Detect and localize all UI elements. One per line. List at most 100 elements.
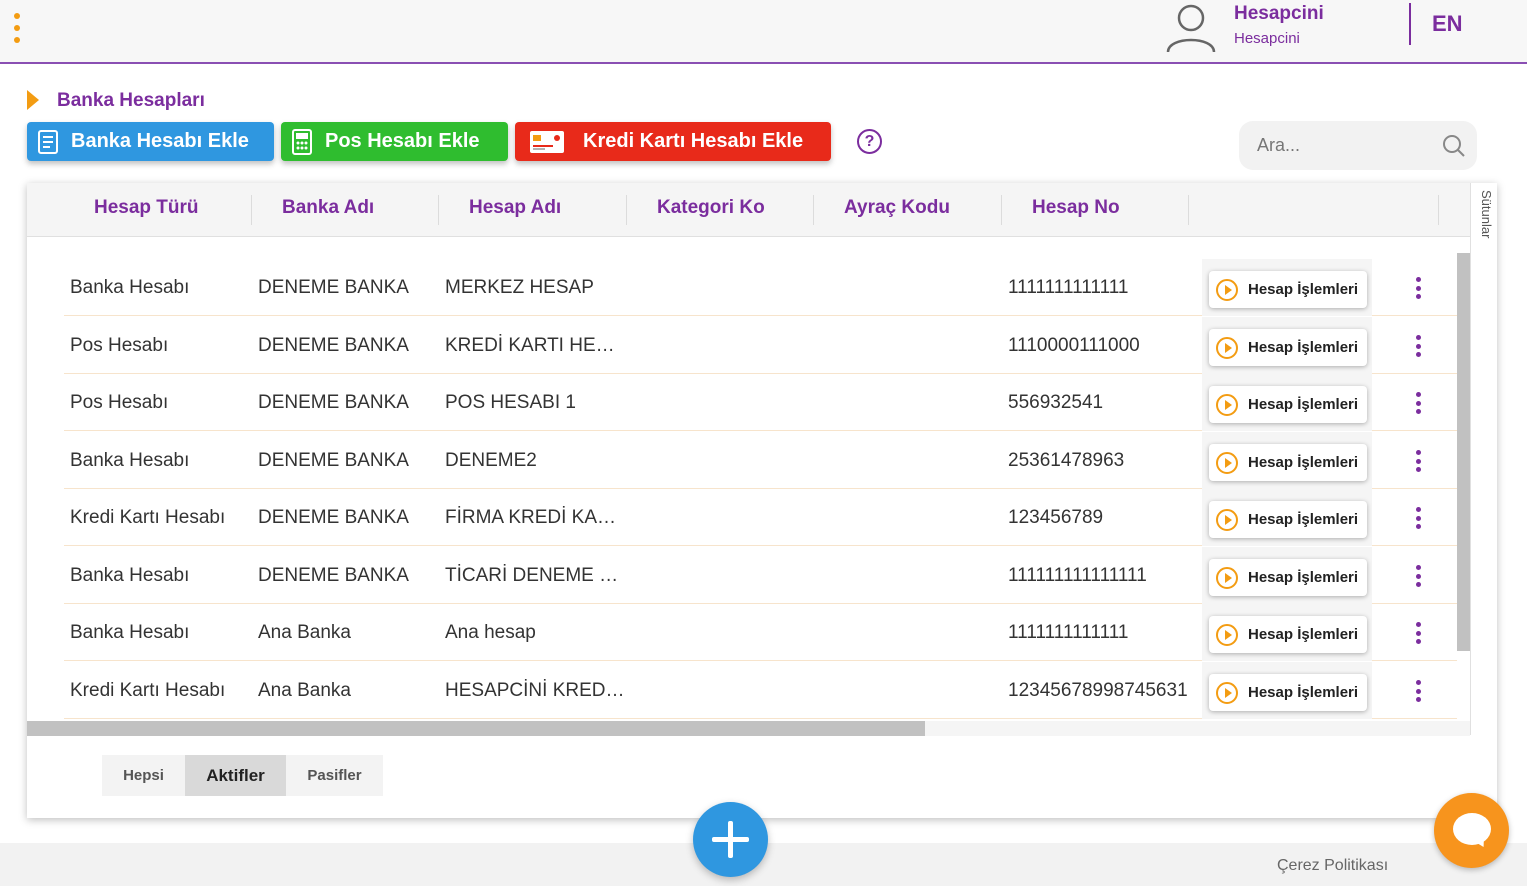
column-header-category-code[interactable]: Kategori Ko [657, 197, 765, 219]
play-icon [1216, 623, 1238, 646]
column-divider [626, 195, 627, 225]
column-header-account-name[interactable]: Hesap Adı [469, 197, 561, 219]
table-row[interactable]: Pos Hesabı DENEME BANKA POS HESABI 1 556… [64, 374, 1457, 431]
filter-passive-button[interactable]: Pasifler [286, 755, 383, 796]
table-row[interactable]: Banka Hesabı DENEME BANKA MERKEZ HESAP 1… [64, 259, 1457, 316]
account-operations-button[interactable]: Hesap İşlemleri [1209, 674, 1367, 711]
add-credit-card-account-label: Kredi Kartı Hesabı Ekle [583, 130, 804, 152]
cell-bank-name: DENEME BANKA [258, 450, 409, 471]
cell-account-name: DENEME2 [445, 450, 537, 471]
table-row[interactable]: Kredi Kartı Hesabı Ana Banka HESAPCİNİ K… [64, 662, 1457, 719]
account-operations-button[interactable]: Hesap İşlemleri [1209, 616, 1367, 653]
filter-active-button[interactable]: Aktifler [185, 755, 286, 796]
row-menu-icon[interactable] [1416, 450, 1422, 472]
column-header-account-type[interactable]: Hesap Türü [94, 197, 199, 219]
chat-icon[interactable] [1434, 793, 1509, 868]
cell-account-name: HESAPCİNİ KRED… [445, 680, 625, 701]
cell-account-name: POS HESABI 1 [445, 392, 576, 413]
cell-bank-name: Ana Banka [258, 622, 351, 643]
table-row[interactable]: Banka Hesabı DENEME BANKA DENEME2 253614… [64, 432, 1457, 489]
cell-account-name: Ana hesap [445, 622, 536, 643]
help-icon[interactable]: ? [857, 129, 882, 154]
cell-bank-name: DENEME BANKA [258, 565, 409, 586]
account-operations-label: Hesap İşlemleri [1248, 396, 1359, 413]
cell-account-number: 556932541 [1008, 392, 1104, 413]
cell-account-type: Kredi Kartı Hesabı [70, 507, 226, 528]
play-icon [1216, 278, 1238, 301]
search-box [1239, 121, 1477, 170]
credit-card-icon [529, 128, 565, 156]
account-operations-button[interactable]: Hesap İşlemleri [1209, 386, 1367, 423]
filter-all-button[interactable]: Hepsi [102, 755, 185, 796]
table-row[interactable]: Banka Hesabı DENEME BANKA TİCARİ DENEME … [64, 547, 1457, 604]
top-bar: Hesapcini Hesapcini EN [0, 0, 1527, 64]
cell-account-name: FİRMA KREDİ KA… [445, 507, 617, 528]
play-icon [1216, 508, 1238, 531]
play-icon [1216, 566, 1238, 589]
columns-toggle[interactable]: Sütunlar [1478, 190, 1494, 250]
add-plus-icon[interactable] [693, 802, 768, 877]
horizontal-scrollbar[interactable] [27, 721, 925, 736]
cell-account-number: 1110000111000 [1008, 335, 1140, 356]
column-header-bank-name[interactable]: Banka Adı [282, 197, 374, 219]
table-row[interactable]: Kredi Kartı Hesabı DENEME BANKA FİRMA KR… [64, 489, 1457, 546]
account-operations-label: Hesap İşlemleri [1248, 454, 1359, 471]
cell-account-type: Banka Hesabı [70, 277, 190, 298]
add-credit-card-account-button[interactable]: Kredi Kartı Hesabı Ekle [515, 122, 831, 161]
cell-bank-name: DENEME BANKA [258, 507, 409, 528]
add-pos-account-button[interactable]: Pos Hesabı Ekle [281, 122, 508, 161]
account-operations-button[interactable]: Hesap İşlemleri [1209, 559, 1367, 596]
column-header-account-number[interactable]: Hesap No [1032, 197, 1120, 219]
user-icon[interactable] [1164, 2, 1218, 54]
vertical-scrollbar[interactable] [1457, 253, 1470, 651]
row-menu-icon[interactable] [1416, 507, 1422, 529]
play-icon [1216, 681, 1238, 704]
language-switch[interactable]: EN [1432, 11, 1463, 37]
column-divider [1438, 195, 1439, 225]
column-divider [251, 195, 252, 225]
user-name[interactable]: Hesapcini [1234, 3, 1324, 25]
row-menu-icon[interactable] [1416, 622, 1422, 644]
account-operations-button[interactable]: Hesap İşlemleri [1209, 271, 1367, 308]
cell-account-number: 111111111111111 [1008, 565, 1147, 586]
play-icon [1216, 393, 1238, 416]
kebab-menu-icon[interactable] [12, 13, 22, 43]
cell-account-type: Banka Hesabı [70, 450, 190, 471]
column-divider [813, 195, 814, 225]
search-icon[interactable] [1442, 134, 1466, 158]
row-menu-icon[interactable] [1416, 335, 1422, 357]
account-operations-label: Hesap İşlemleri [1248, 339, 1359, 356]
cell-bank-name: DENEME BANKA [258, 392, 409, 413]
cell-bank-name: DENEME BANKA [258, 277, 409, 298]
search-input[interactable] [1257, 133, 1437, 157]
account-operations-button[interactable]: Hesap İşlemleri [1209, 444, 1367, 481]
row-menu-icon[interactable] [1416, 392, 1422, 414]
account-operations-button[interactable]: Hesap İşlemleri [1209, 501, 1367, 538]
row-menu-icon[interactable] [1416, 680, 1422, 702]
table-row[interactable]: Pos Hesabı DENEME BANKA KREDİ KARTI HE… … [64, 317, 1457, 374]
add-pos-account-label: Pos Hesabı Ekle [325, 130, 480, 152]
cell-account-type: Banka Hesabı [70, 622, 190, 643]
header-divider [1409, 3, 1411, 45]
cell-account-number: 1111111111111 [1008, 277, 1129, 298]
cell-bank-name: Ana Banka [258, 680, 351, 701]
document-icon [35, 128, 61, 156]
play-icon [1216, 451, 1238, 474]
column-divider [1001, 195, 1002, 225]
pos-terminal-icon [289, 128, 315, 156]
row-menu-icon[interactable] [1416, 565, 1422, 587]
row-menu-icon[interactable] [1416, 277, 1422, 299]
page-title: Banka Hesapları [57, 90, 205, 111]
user-subtitle: Hesapcini [1234, 30, 1300, 47]
cookie-policy-link[interactable]: Çerez Politikası [1277, 857, 1388, 875]
column-header-separator-code[interactable]: Ayraç Kodu [844, 197, 950, 219]
cell-account-number: 123456789 [1008, 507, 1104, 528]
cell-account-name: TİCARİ DENEME … [445, 565, 619, 586]
column-divider [438, 195, 439, 225]
cell-account-type: Kredi Kartı Hesabı [70, 680, 226, 701]
account-operations-button[interactable]: Hesap İşlemleri [1209, 329, 1367, 366]
table-row[interactable]: Banka Hesabı Ana Banka Ana hesap 1111111… [64, 604, 1457, 661]
add-bank-account-button[interactable]: Banka Hesabı Ekle [27, 122, 274, 161]
cell-account-type: Pos Hesabı [70, 335, 169, 356]
cell-account-name: KREDİ KARTI HE… [445, 335, 615, 356]
